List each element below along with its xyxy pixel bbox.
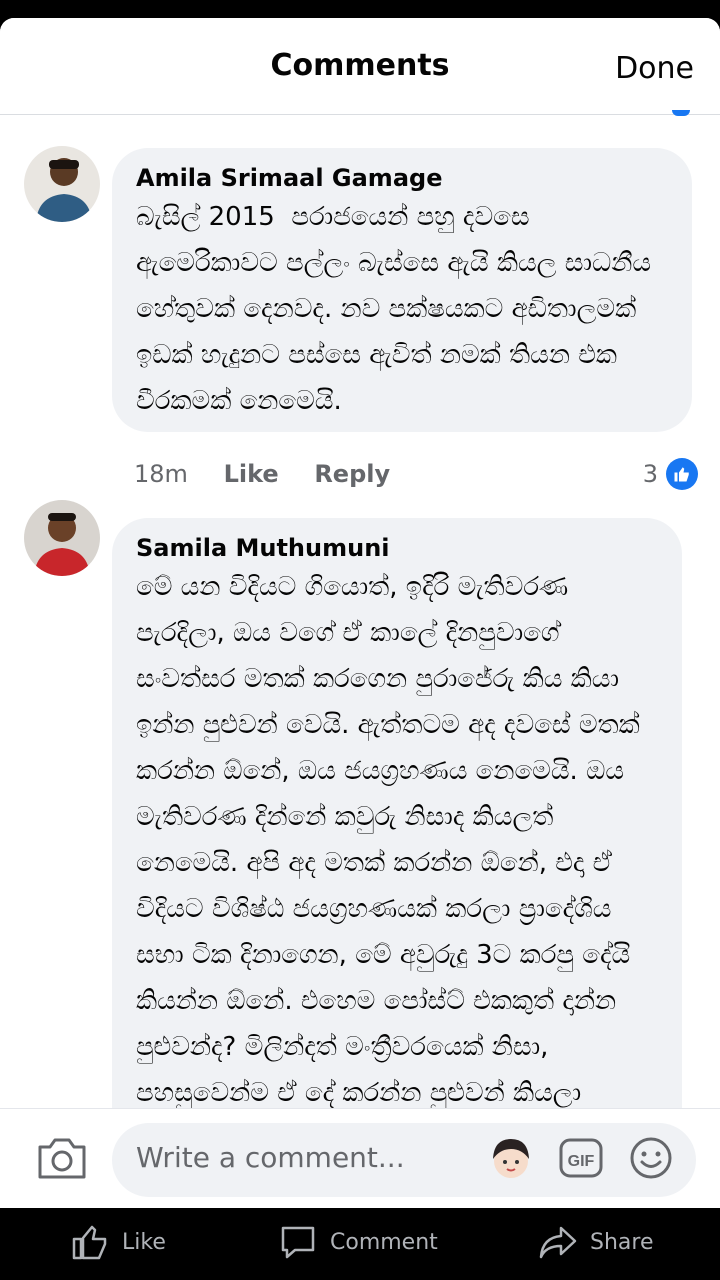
emoji-icon[interactable] [628, 1135, 674, 1181]
comment-bubble: Samila Muthumuni මේ යන විදියට ගියොත්, ඉද… [112, 518, 682, 1208]
share-tab-label: Share [590, 1229, 654, 1255]
comment-input[interactable]: Write a comment... GIF [112, 1123, 696, 1197]
avatar[interactable] [24, 146, 100, 222]
reaction-peek-icon [672, 110, 690, 116]
svg-text:GIF: GIF [568, 1153, 595, 1170]
comment-author[interactable]: Amila Srimaal Gamage [136, 162, 668, 194]
share-icon [539, 1226, 577, 1259]
reply-link[interactable]: Reply [314, 460, 390, 488]
post-action-bar: Like Comment Share [0, 1208, 720, 1280]
comment-time: 18m [134, 460, 188, 488]
comment-tab-label: Comment [330, 1229, 438, 1255]
share-tab[interactable]: Share [538, 1222, 654, 1262]
comment-author[interactable]: Samila Muthumuni [136, 532, 658, 564]
comment-text: බැසිල් 2015 පරාජයෙන් පහු දවසෙ ඇමෙරිකාවට … [136, 202, 652, 416]
done-button[interactable]: Done [609, 50, 700, 87]
camera-icon[interactable] [36, 1133, 88, 1183]
reaction-count: 3 [642, 460, 658, 488]
comments-sheet: Comments Done Amila Srimaal Gamage බැසිල… [0, 18, 720, 1208]
gif-icon[interactable]: GIF [558, 1135, 604, 1181]
comment-bubble: Amila Srimaal Gamage බැසිල් 2015 පරාජයෙන… [112, 148, 692, 432]
comments-header: Comments Done [0, 18, 720, 115]
comment-icon [281, 1226, 315, 1259]
avatar-sticker-icon[interactable] [488, 1135, 534, 1181]
avatar[interactable] [24, 500, 100, 576]
comment-composer: Write a comment... GIF [0, 1108, 720, 1208]
like-link[interactable]: Like [224, 460, 279, 488]
thumbs-up-icon [72, 1225, 107, 1260]
like-tab-label: Like [122, 1229, 166, 1255]
comment-tab[interactable]: Comment [278, 1222, 438, 1262]
comment-text: මේ යන විදියට ගියොත්, ඉදිරි මැතිවරණ පැරදි… [136, 572, 640, 1108]
reaction-summary[interactable]: 3 [643, 458, 698, 490]
like-tab[interactable]: Like [70, 1222, 166, 1262]
comment-input-placeholder: Write a comment... [136, 1141, 405, 1174]
comment-meta: 18m Like Reply [134, 460, 418, 488]
thumbs-up-icon [666, 458, 698, 490]
